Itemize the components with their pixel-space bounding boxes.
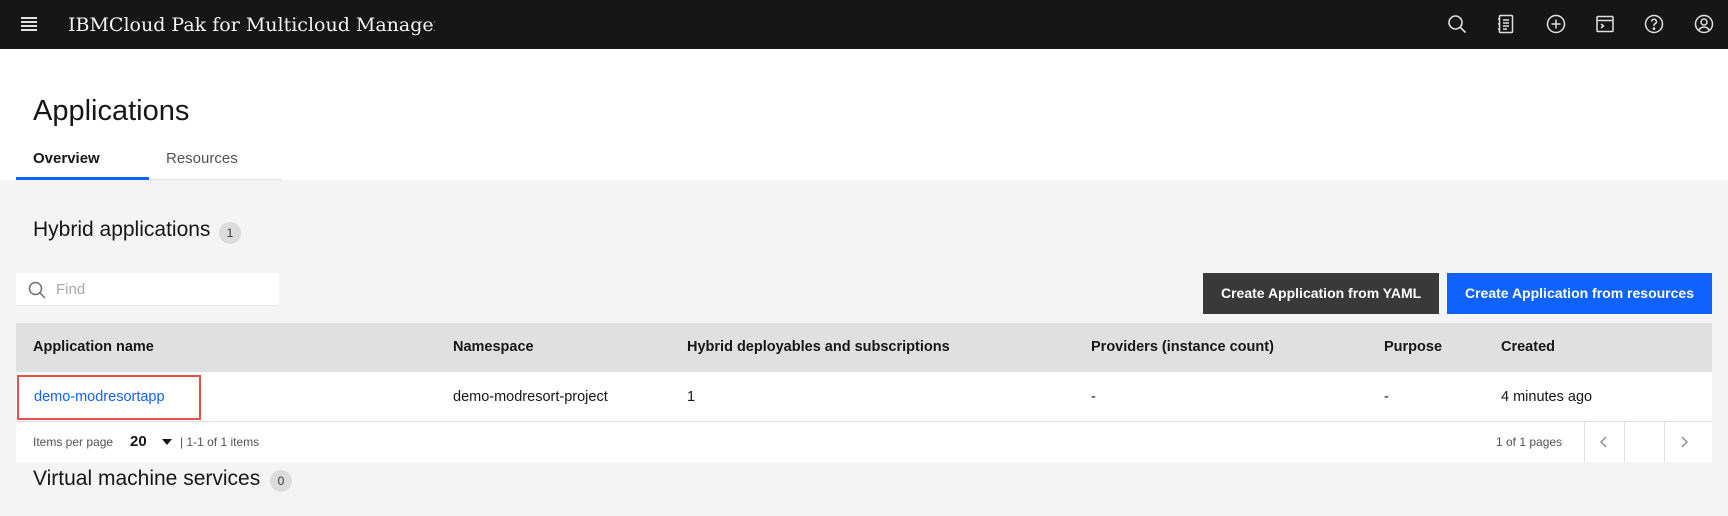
application-link[interactable]: demo-modresortapp (17, 375, 201, 420)
hybrid-applications-title: Hybrid applications (33, 218, 211, 241)
item-range: | 1-1 of 1 items (180, 435, 260, 449)
pager-divider (1624, 422, 1625, 462)
add-icon[interactable] (1544, 12, 1568, 36)
tab-resources[interactable]: Resources (149, 140, 282, 180)
help-icon[interactable] (1642, 12, 1666, 36)
search-icon[interactable] (1445, 12, 1469, 36)
hybrid-count-badge: 1 (219, 222, 241, 244)
table-header: Application name Namespace Hybrid deploy… (16, 323, 1712, 372)
search-field-icon (28, 281, 46, 299)
search-box (16, 273, 279, 306)
notes-icon[interactable] (1494, 12, 1518, 36)
next-page-button[interactable] (1664, 422, 1704, 462)
search-input[interactable] (56, 273, 271, 306)
items-per-page-value: 20 (130, 433, 147, 450)
column-header-namespace[interactable]: Namespace (453, 323, 534, 372)
providers-cell: - (1091, 389, 1096, 405)
deployables-cell: 1 (687, 389, 696, 405)
tab-overview[interactable]: Overview (16, 140, 149, 180)
pagination: Items per page 20 | 1-1 of 1 items 1 of … (16, 422, 1712, 462)
product-title: IBMCloud Pak for Multicloud Manager (68, 14, 435, 36)
page-title: Applications (33, 95, 190, 127)
items-per-page-select[interactable]: 20 (130, 422, 178, 462)
created-cell: 4 minutes ago (1501, 389, 1593, 405)
page-count: 1 of 1 pages (1496, 435, 1563, 449)
column-header-deployables[interactable]: Hybrid deployables and subscriptions (687, 323, 950, 372)
table-row: demo-modresortapp demo-modresort-project… (16, 372, 1712, 422)
chevron-right-icon (1681, 436, 1688, 448)
purpose-cell: - (1384, 389, 1389, 405)
vm-count-badge: 0 (270, 470, 292, 492)
column-header-application-name[interactable]: Application name (33, 323, 154, 372)
items-per-page-label: Items per page (33, 435, 114, 449)
create-from-yaml-button[interactable]: Create Application from YAML (1203, 273, 1439, 314)
column-header-providers[interactable]: Providers (instance count) (1091, 323, 1274, 372)
terminal-icon[interactable] (1593, 12, 1617, 36)
previous-page-button[interactable] (1584, 422, 1624, 462)
create-from-resources-button[interactable]: Create Application from resources (1447, 273, 1712, 314)
chevron-left-icon (1600, 436, 1607, 448)
namespace-cell: demo-modresort-project (453, 389, 608, 405)
tab-list: Overview Resources (16, 140, 282, 180)
virtual-machine-services-title: Virtual machine services (33, 467, 261, 490)
column-header-created[interactable]: Created (1501, 323, 1555, 372)
top-nav-bar: IBMCloud Pak for Multicloud Manager (0, 0, 1728, 49)
menu-icon[interactable] (16, 12, 42, 36)
column-header-purpose[interactable]: Purpose (1384, 323, 1442, 372)
user-icon[interactable] (1692, 12, 1716, 36)
chevron-down-icon (162, 439, 172, 445)
